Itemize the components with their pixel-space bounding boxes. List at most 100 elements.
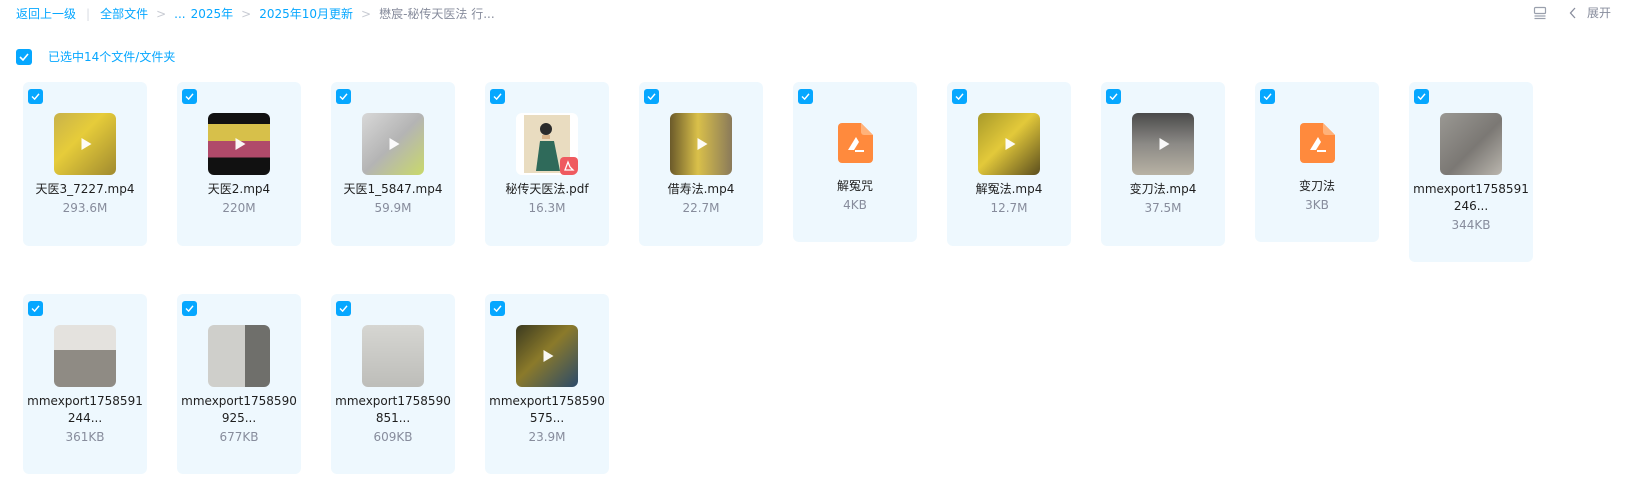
- file-card[interactable]: 变刀法.mp4 37.5M: [1101, 82, 1225, 246]
- top-bar: 返回上一级 | 全部文件 > ... 2025年 > 2025年10月更新 > …: [0, 0, 1631, 28]
- check-icon: [339, 305, 348, 312]
- file-name: 秘传天医法.pdf: [505, 182, 589, 196]
- file-name: mmexport1758591246...: [1413, 182, 1529, 213]
- file-checkbox[interactable]: [952, 89, 967, 104]
- file-size: 677KB: [219, 430, 259, 444]
- pdf-thumbnail[interactable]: [516, 113, 578, 175]
- video-thumbnail[interactable]: [362, 113, 424, 175]
- image-thumbnail[interactable]: [362, 325, 424, 387]
- file-checkbox[interactable]: [1414, 89, 1429, 104]
- play-icon: [81, 138, 92, 150]
- check-icon: [955, 93, 964, 100]
- document-icon: [1299, 123, 1335, 163]
- document-icon: [837, 123, 873, 163]
- breadcrumb: 返回上一级 | 全部文件 > ... 2025年 > 2025年10月更新 > …: [16, 5, 495, 22]
- file-name: mmexport1758590575...: [489, 394, 605, 425]
- file-size: 16.3M: [528, 201, 566, 215]
- play-icon: [389, 138, 400, 150]
- check-icon: [1109, 93, 1118, 100]
- video-thumbnail[interactable]: [670, 113, 732, 175]
- file-checkbox[interactable]: [490, 301, 505, 316]
- file-size: 220M: [222, 201, 256, 215]
- file-name: 解冤咒: [836, 179, 873, 193]
- file-card[interactable]: mmexport1758590575... 23.9M: [485, 294, 609, 474]
- file-card[interactable]: 解冤法.mp4 12.7M: [947, 82, 1071, 246]
- file-checkbox[interactable]: [644, 89, 659, 104]
- play-icon: [697, 138, 708, 150]
- breadcrumb-divider: |: [86, 6, 91, 21]
- file-size: 609KB: [373, 430, 413, 444]
- file-size: 4KB: [843, 198, 867, 212]
- breadcrumb-separator: >: [241, 6, 252, 21]
- select-all-checkbox[interactable]: [16, 48, 32, 65]
- check-icon: [31, 305, 40, 312]
- file-name: 解冤法.mp4: [975, 182, 1043, 196]
- file-card[interactable]: 天医2.mp4 220M: [177, 82, 301, 246]
- file-checkbox[interactable]: [1106, 89, 1121, 104]
- file-card[interactable]: 借寿法.mp4 22.7M: [639, 82, 763, 246]
- file-name: 天医3_7227.mp4: [35, 182, 135, 196]
- file-card[interactable]: 秘传天医法.pdf 16.3M: [485, 82, 609, 246]
- select-all-bar: 已选中14个文件/文件夹: [16, 48, 175, 65]
- breadcrumb-separator: >: [361, 6, 372, 21]
- selection-count-label: 已选中14个文件/文件夹: [48, 50, 176, 64]
- file-checkbox[interactable]: [1260, 89, 1275, 104]
- check-icon: [647, 93, 656, 100]
- file-card[interactable]: 解冤咒 4KB: [793, 82, 917, 242]
- video-thumbnail[interactable]: [54, 113, 116, 175]
- check-icon: [493, 93, 502, 100]
- check-icon: [185, 93, 194, 100]
- chevron-left-icon: [1569, 7, 1577, 19]
- file-size: 361KB: [65, 430, 105, 444]
- file-card[interactable]: 变刀法 3KB: [1255, 82, 1379, 242]
- video-thumbnail[interactable]: [1132, 113, 1194, 175]
- play-icon: [543, 350, 554, 362]
- file-name: mmexport1758590851...: [335, 394, 451, 425]
- file-checkbox[interactable]: [28, 89, 43, 104]
- file-size: 37.5M: [1144, 201, 1182, 215]
- check-icon: [1417, 93, 1426, 100]
- video-thumbnail[interactable]: [208, 113, 270, 175]
- file-checkbox[interactable]: [182, 89, 197, 104]
- file-card[interactable]: mmexport1758590851... 609KB: [331, 294, 455, 474]
- file-size: 59.9M: [374, 201, 412, 215]
- crumb-year[interactable]: 2025年: [191, 5, 234, 22]
- file-size: 293.6M: [62, 201, 108, 215]
- file-size: 12.7M: [990, 201, 1028, 215]
- image-thumbnail[interactable]: [1440, 113, 1502, 175]
- file-size: 23.9M: [528, 430, 566, 444]
- file-card[interactable]: 天医3_7227.mp4 293.6M: [23, 82, 147, 246]
- file-size: 344KB: [1451, 218, 1491, 232]
- file-name: mmexport1758591244...: [27, 394, 143, 425]
- view-controls: 展开: [1533, 4, 1611, 21]
- check-icon: [31, 93, 40, 100]
- video-thumbnail[interactable]: [516, 325, 578, 387]
- file-checkbox[interactable]: [798, 89, 813, 104]
- file-checkbox[interactable]: [336, 301, 351, 316]
- breadcrumb-separator: >: [156, 6, 167, 21]
- file-checkbox[interactable]: [182, 301, 197, 316]
- file-checkbox[interactable]: [490, 89, 505, 104]
- crumb-month[interactable]: 2025年10月更新: [259, 5, 353, 22]
- file-card[interactable]: mmexport1758590925... 677KB: [177, 294, 301, 474]
- expand-label: 展开: [1586, 6, 1611, 20]
- list-view-icon[interactable]: [1533, 6, 1547, 20]
- file-card[interactable]: 天医1_5847.mp4 59.9M: [331, 82, 455, 246]
- file-checkbox[interactable]: [28, 301, 43, 316]
- image-thumbnail[interactable]: [54, 325, 116, 387]
- file-size: 3KB: [1305, 198, 1329, 212]
- back-link[interactable]: 返回上一级: [16, 5, 76, 22]
- file-name: 变刀法.mp4: [1129, 182, 1197, 196]
- file-name: 借寿法.mp4: [667, 182, 735, 196]
- file-card[interactable]: mmexport1758591244... 361KB: [23, 294, 147, 474]
- crumb-all-files[interactable]: 全部文件: [100, 5, 148, 22]
- video-thumbnail[interactable]: [978, 113, 1040, 175]
- file-checkbox[interactable]: [336, 89, 351, 104]
- play-icon: [1005, 138, 1016, 150]
- expand-button[interactable]: 展开: [1569, 4, 1611, 21]
- image-thumbnail[interactable]: [208, 325, 270, 387]
- play-icon: [1159, 138, 1170, 150]
- file-card[interactable]: mmexport1758591246... 344KB: [1409, 82, 1533, 262]
- play-icon: [235, 138, 246, 150]
- crumb-ellipsis[interactable]: ...: [174, 7, 185, 21]
